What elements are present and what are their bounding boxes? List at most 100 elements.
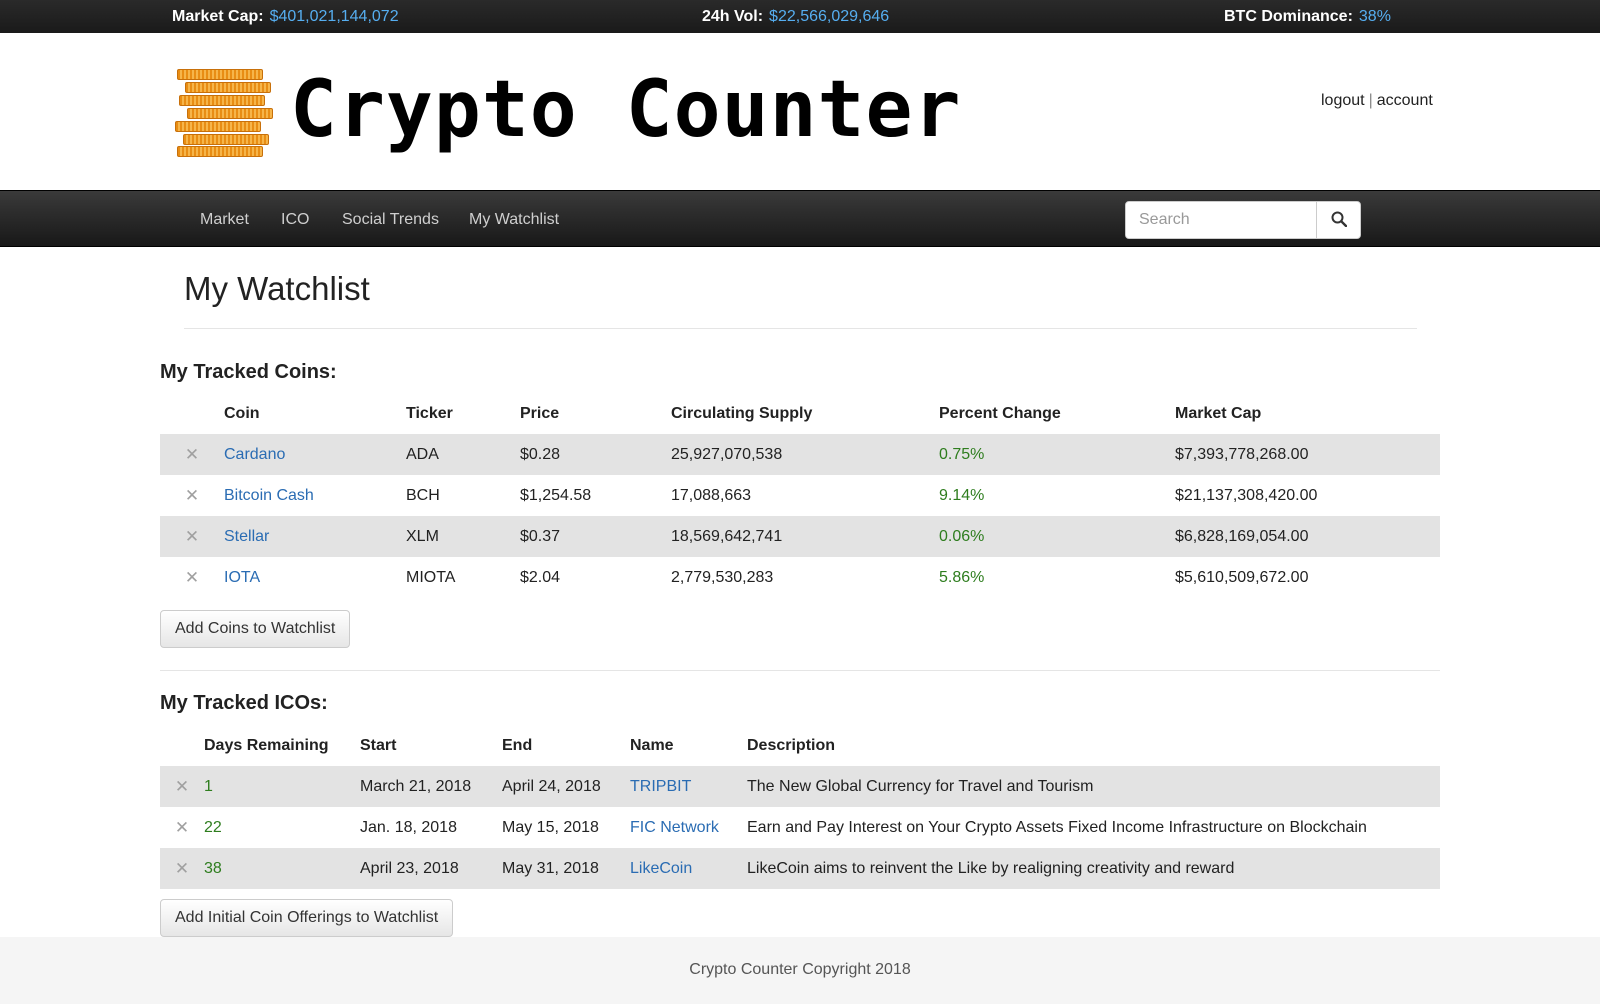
- add-coins-button[interactable]: Add Coins to Watchlist: [160, 610, 351, 648]
- search-form: [1125, 201, 1361, 239]
- table-row: ✕ Bitcoin Cash BCH $1,254.58 17,088,663 …: [160, 475, 1440, 516]
- description-cell: Earn and Pay Interest on Your Crypto Ass…: [747, 818, 1367, 836]
- market-cap-cell: $6,828,169,054.00: [1175, 516, 1440, 557]
- site-header: Crypto Counter logout | account: [0, 33, 1600, 190]
- description-cell: The New Global Currency for Travel and T…: [747, 766, 1440, 807]
- column-header: Start: [360, 736, 397, 754]
- price-cell: $0.28: [520, 434, 671, 475]
- volume-value: $22,566,029,646: [769, 8, 890, 25]
- coin-stack-icon: [175, 69, 273, 157]
- market-cap-cell: $5,610,509,672.00: [1175, 568, 1309, 586]
- percent-change-cell: 0.06%: [939, 516, 1175, 557]
- btc-dominance-stat: BTC Dominance: 38%: [1224, 8, 1391, 26]
- tracked-icos-heading: My Tracked ICOs:: [160, 692, 328, 714]
- remove-x-icon[interactable]: ✕: [175, 777, 189, 796]
- column-header: Ticker: [406, 404, 453, 422]
- end-date-cell: May 31, 2018: [502, 848, 630, 889]
- percent-change-cell: 5.86%: [939, 568, 985, 586]
- tracked-icos-table: Days Remaining Start End Name Descriptio…: [160, 725, 1440, 889]
- start-date-cell: Jan. 18, 2018: [360, 818, 457, 836]
- coin-link[interactable]: Stellar: [224, 528, 269, 545]
- column-header: Circulating Supply: [671, 404, 813, 422]
- market-cap-cell: $21,137,308,420.00: [1175, 486, 1318, 504]
- column-header: End: [502, 736, 533, 754]
- table-row: ✕ 22 Jan. 18, 2018 May 15, 2018 FIC Netw…: [160, 807, 1440, 848]
- coin-link[interactable]: IOTA: [224, 569, 260, 586]
- btc-dominance-value: 38%: [1358, 8, 1391, 25]
- ticker-cell: MIOTA: [406, 568, 456, 586]
- search-input[interactable]: [1126, 202, 1316, 238]
- volume-label: 24h Vol:: [702, 8, 764, 25]
- column-header: Market Cap: [1175, 404, 1262, 422]
- column-header: Price: [520, 404, 560, 422]
- account-links: logout | account: [1321, 92, 1433, 110]
- table-header-row: Days Remaining Start End Name Descriptio…: [160, 725, 1440, 766]
- page-title: My Watchlist: [184, 270, 370, 307]
- nav-item-market[interactable]: Market: [200, 211, 249, 229]
- supply-cell: 25,927,070,538: [671, 434, 939, 475]
- coin-link[interactable]: Bitcoin Cash: [224, 487, 314, 504]
- section-divider: [160, 670, 1440, 671]
- table-row: ✕ Cardano ADA $0.28 25,927,070,538 0.75%…: [160, 434, 1440, 475]
- account-link[interactable]: account: [1377, 92, 1433, 109]
- market-cap-cell: $7,393,778,268.00: [1175, 434, 1440, 475]
- days-remaining-cell: 1: [204, 766, 360, 807]
- search-icon: [1331, 211, 1347, 227]
- table-header-row: Coin Ticker Price Circulating Supply Per…: [160, 393, 1440, 434]
- table-row: ✕ Stellar XLM $0.37 18,569,642,741 0.06%…: [160, 516, 1440, 557]
- market-cap-value: $401,021,144,072: [269, 8, 399, 25]
- ico-link[interactable]: LikeCoin: [630, 860, 692, 877]
- remove-x-icon[interactable]: ✕: [185, 445, 199, 464]
- market-cap-stat: Market Cap: $401,021,144,072: [172, 8, 399, 26]
- remove-x-icon[interactable]: ✕: [185, 568, 199, 587]
- table-row: ✕ IOTA MIOTA $2.04 2,779,530,283 5.86% $…: [160, 557, 1440, 598]
- logout-link[interactable]: logout: [1321, 92, 1365, 109]
- description-cell: LikeCoin aims to reinvent the Like by re…: [747, 848, 1440, 889]
- days-remaining-cell: 22: [204, 818, 222, 836]
- price-cell: $0.37: [520, 516, 671, 557]
- supply-cell: 2,779,530,283: [671, 568, 774, 586]
- start-date-cell: March 21, 2018: [360, 766, 502, 807]
- price-cell: $2.04: [520, 568, 561, 586]
- volume-stat: 24h Vol: $22,566,029,646: [702, 8, 889, 26]
- column-header: Name: [630, 736, 674, 754]
- site-footer: Crypto Counter Copyright 2018: [0, 937, 1600, 1004]
- market-cap-label: Market Cap:: [172, 8, 264, 25]
- supply-cell: 18,569,642,741: [671, 516, 939, 557]
- column-header: Description: [747, 736, 836, 754]
- remove-x-icon[interactable]: ✕: [175, 818, 189, 837]
- copyright-text: Crypto Counter Copyright 2018: [689, 961, 911, 978]
- days-remaining-cell: 38: [204, 848, 360, 889]
- ico-link[interactable]: FIC Network: [630, 819, 719, 836]
- link-separator: |: [1368, 92, 1373, 109]
- ico-link[interactable]: TRIPBIT: [630, 778, 691, 795]
- tracked-coins-table: Coin Ticker Price Circulating Supply Per…: [160, 393, 1440, 598]
- brand-name: Crypto Counter: [290, 65, 962, 155]
- remove-x-icon[interactable]: ✕: [185, 527, 199, 546]
- tracked-coins-heading: My Tracked Coins:: [160, 361, 337, 383]
- search-button[interactable]: [1316, 202, 1360, 238]
- supply-cell: 17,088,663: [671, 486, 752, 504]
- start-date-cell: April 23, 2018: [360, 848, 502, 889]
- nav-item-social-trends[interactable]: Social Trends: [342, 211, 439, 229]
- end-date-cell: April 24, 2018: [502, 766, 630, 807]
- percent-change-cell: 0.75%: [939, 434, 1175, 475]
- add-icos-button[interactable]: Add Initial Coin Offerings to Watchlist: [160, 899, 454, 937]
- coin-link[interactable]: Cardano: [224, 446, 285, 463]
- btc-dominance-label: BTC Dominance:: [1224, 8, 1353, 25]
- nav-item-my-watchlist[interactable]: My Watchlist: [469, 211, 559, 229]
- column-header: Days Remaining: [204, 736, 329, 754]
- nav-item-ico[interactable]: ICO: [281, 211, 309, 229]
- remove-x-icon[interactable]: ✕: [175, 859, 189, 878]
- title-divider: [184, 328, 1417, 329]
- ticker-cell: BCH: [406, 486, 440, 504]
- table-row: ✕ 1 March 21, 2018 April 24, 2018 TRIPBI…: [160, 766, 1440, 807]
- table-row: ✕ 38 April 23, 2018 May 31, 2018 LikeCoi…: [160, 848, 1440, 889]
- price-cell: $1,254.58: [520, 486, 592, 504]
- column-header: Percent Change: [939, 404, 1061, 422]
- percent-change-cell: 9.14%: [939, 486, 985, 504]
- main-navbar: Market ICO Social Trends My Watchlist: [0, 190, 1600, 247]
- remove-x-icon[interactable]: ✕: [185, 486, 199, 505]
- ticker-cell: XLM: [406, 516, 520, 557]
- column-header: Coin: [224, 404, 260, 422]
